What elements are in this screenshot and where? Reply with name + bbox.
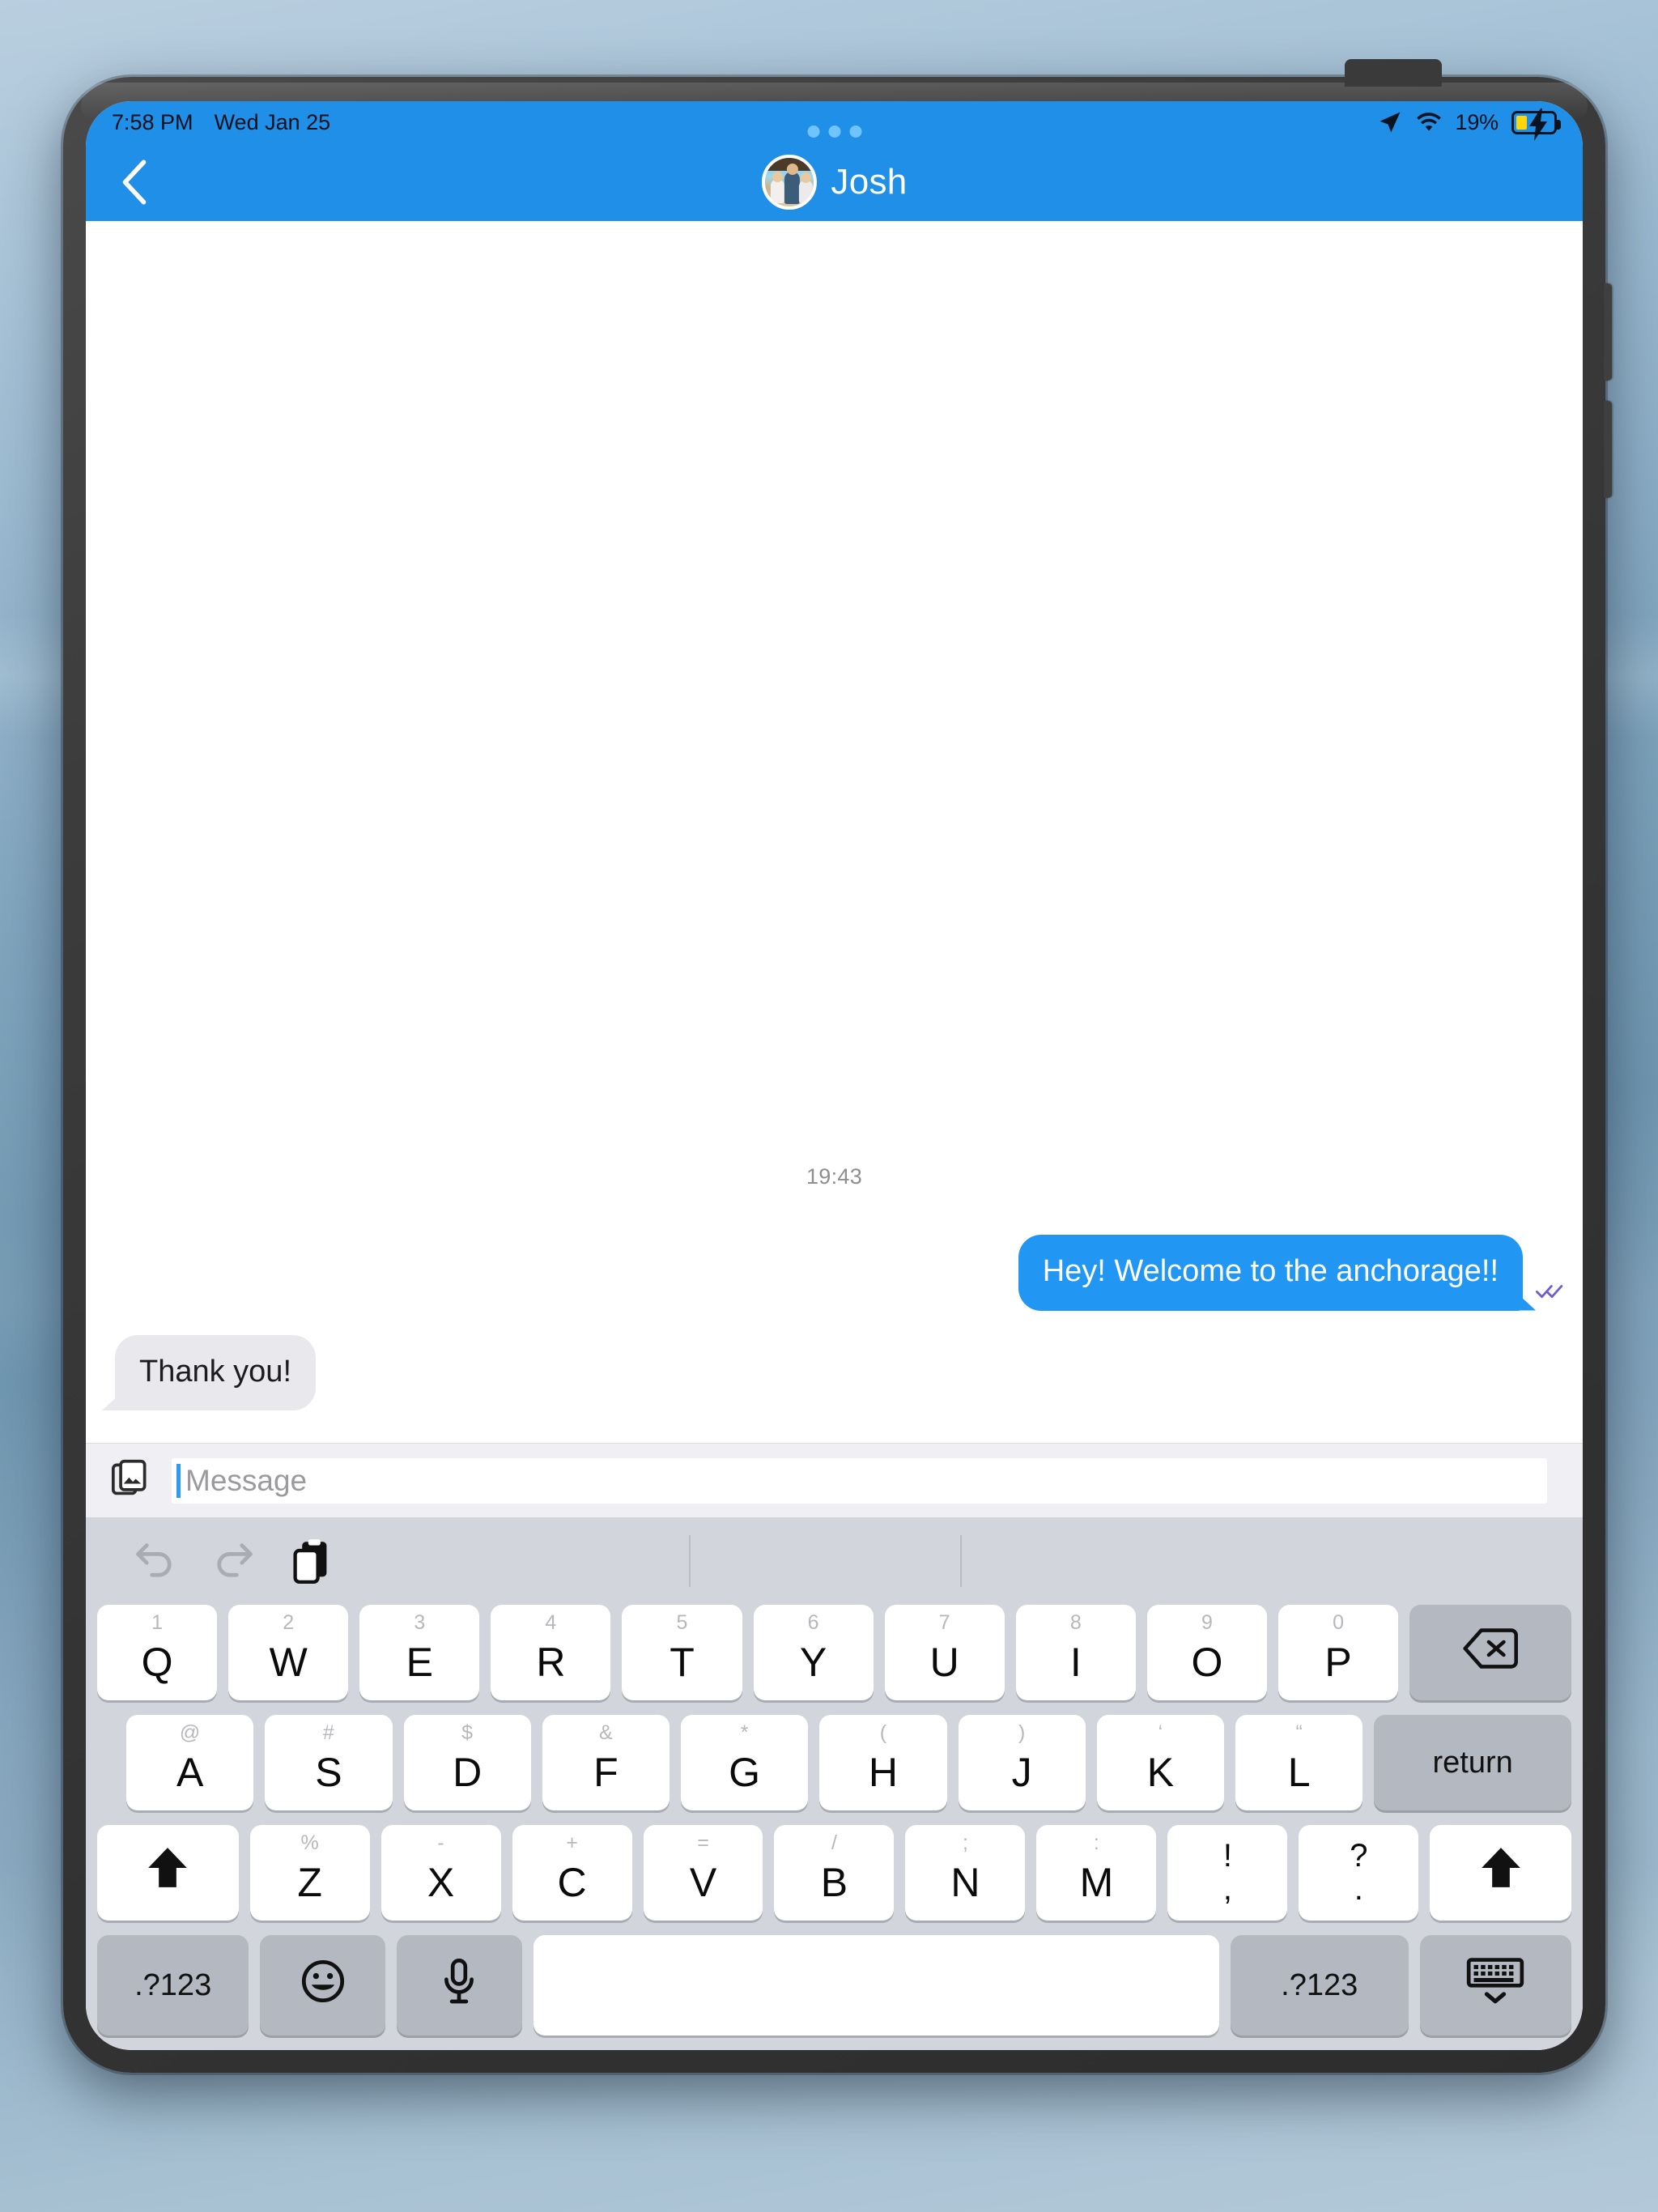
redo-icon[interactable] bbox=[194, 1522, 272, 1600]
key-question-period[interactable]: ? . bbox=[1299, 1825, 1419, 1921]
status-date: Wed Jan 25 bbox=[214, 109, 331, 134]
numbers-key-left[interactable]: .?123 bbox=[97, 1935, 249, 2035]
keyboard-row-4: .?123 .?123 bbox=[86, 1935, 1583, 2035]
wifi-icon bbox=[1415, 112, 1443, 133]
key-m[interactable]: :M bbox=[1036, 1825, 1157, 1921]
undo-icon[interactable] bbox=[117, 1522, 194, 1600]
message-timestamp: 19:43 bbox=[806, 1164, 863, 1189]
key-x[interactable]: -X bbox=[380, 1825, 501, 1921]
key-h[interactable]: (H bbox=[819, 1715, 947, 1810]
space-key[interactable] bbox=[533, 1935, 1219, 2035]
key-l[interactable]: “L bbox=[1235, 1715, 1363, 1810]
chat-navigation-bar: Josh bbox=[86, 143, 1583, 221]
key-exclam-comma[interactable]: ! , bbox=[1167, 1825, 1288, 1921]
key-d[interactable]: $ D bbox=[403, 1715, 531, 1810]
key-o[interactable]: 9O bbox=[1146, 1605, 1267, 1700]
location-arrow-icon bbox=[1378, 110, 1402, 134]
key-v[interactable]: = V bbox=[643, 1825, 763, 1921]
emoji-icon[interactable] bbox=[260, 1935, 386, 2035]
numbers-key-right[interactable]: .?123 bbox=[1230, 1935, 1409, 2035]
read-receipt-icon bbox=[1536, 1281, 1565, 1304]
volume-up-button[interactable] bbox=[1604, 283, 1612, 381]
key-e[interactable]: 3E bbox=[359, 1605, 480, 1700]
key-y[interactable]: 6Y bbox=[753, 1605, 874, 1700]
backspace-key[interactable] bbox=[1409, 1605, 1572, 1700]
key-b[interactable]: / B bbox=[774, 1825, 895, 1921]
key-p[interactable]: 0P bbox=[1278, 1605, 1399, 1700]
toolbar-divider bbox=[960, 1535, 962, 1587]
photo-library-icon[interactable] bbox=[112, 1459, 151, 1502]
on-screen-keyboard: 1Q 2W 3E 4R 5T 6Y 7U 8I 9O 0P @ A # S $ … bbox=[86, 1517, 1583, 2050]
chat-contact-header[interactable]: Josh bbox=[761, 155, 907, 210]
key-r[interactable]: 4R bbox=[491, 1605, 611, 1700]
key-k[interactable]: ‘K bbox=[1096, 1715, 1224, 1810]
keyboard-toolbar bbox=[86, 1517, 1583, 1605]
key-s[interactable]: # S bbox=[265, 1715, 393, 1810]
tablet-device: 7:58 PM Wed Jan 25 19% Josh 19:43 Hey! W… bbox=[63, 59, 1612, 2073]
message-row-outgoing: Hey! Welcome to the anchorage!! bbox=[86, 1235, 1583, 1311]
shift-key-left[interactable] bbox=[97, 1825, 239, 1921]
return-key[interactable]: return bbox=[1374, 1715, 1571, 1810]
shift-key-right[interactable] bbox=[1430, 1825, 1571, 1921]
key-a[interactable]: @ A bbox=[126, 1715, 254, 1810]
message-input-field[interactable]: Message bbox=[172, 1457, 1547, 1504]
paste-icon[interactable] bbox=[272, 1522, 350, 1600]
hide-keyboard-icon[interactable] bbox=[1419, 1935, 1571, 2035]
keyboard-row-1: 1Q 2W 3E 4R 5T 6Y 7U 8I 9O 0P bbox=[86, 1605, 1583, 1700]
microphone-icon[interactable] bbox=[397, 1935, 522, 2035]
status-time: 7:58 PM bbox=[112, 109, 193, 134]
device-screen: 7:58 PM Wed Jan 25 19% Josh 19:43 Hey! W… bbox=[86, 101, 1583, 2050]
key-c[interactable]: + C bbox=[512, 1825, 632, 1921]
message-bubble-outgoing[interactable]: Hey! Welcome to the anchorage!! bbox=[1018, 1235, 1523, 1311]
volume-down-button[interactable] bbox=[1604, 401, 1612, 498]
key-n[interactable]: ; N bbox=[905, 1825, 1026, 1921]
key-i[interactable]: 8I bbox=[1015, 1605, 1136, 1700]
message-bubble-incoming[interactable]: Thank you! bbox=[115, 1334, 316, 1410]
device-top-connector bbox=[1344, 59, 1442, 87]
status-activity-dots bbox=[807, 125, 861, 138]
message-list: 19:43 Hey! Welcome to the anchorage!! Th… bbox=[86, 221, 1583, 1443]
keyboard-row-2: @ A # S $ D & F * G (H ) J ‘K “L return bbox=[86, 1715, 1583, 1810]
key-q[interactable]: 1Q bbox=[97, 1605, 218, 1700]
key-f[interactable]: & F bbox=[542, 1715, 670, 1810]
message-input-placeholder: Message bbox=[185, 1463, 308, 1497]
key-w[interactable]: 2W bbox=[228, 1605, 349, 1700]
battery-percentage: 19% bbox=[1455, 109, 1499, 134]
message-row-incoming: Thank you! bbox=[86, 1334, 1583, 1410]
message-input-bar: Message bbox=[86, 1443, 1583, 1517]
key-u[interactable]: 7U bbox=[884, 1605, 1005, 1700]
toolbar-divider bbox=[689, 1535, 691, 1587]
keyboard-row-3: % Z -X + C = V / B ; N :M ! , ? . bbox=[86, 1825, 1583, 1921]
avatar[interactable] bbox=[761, 155, 817, 210]
key-z[interactable]: % Z bbox=[249, 1825, 370, 1921]
page-title: Josh bbox=[831, 162, 908, 202]
battery-charging-icon bbox=[1511, 108, 1561, 141]
key-j[interactable]: ) J bbox=[958, 1715, 1086, 1810]
status-bar: 7:58 PM Wed Jan 25 19% bbox=[86, 101, 1583, 143]
key-g[interactable]: * G bbox=[681, 1715, 809, 1810]
back-button[interactable] bbox=[113, 160, 155, 205]
key-t[interactable]: 5T bbox=[622, 1605, 742, 1700]
